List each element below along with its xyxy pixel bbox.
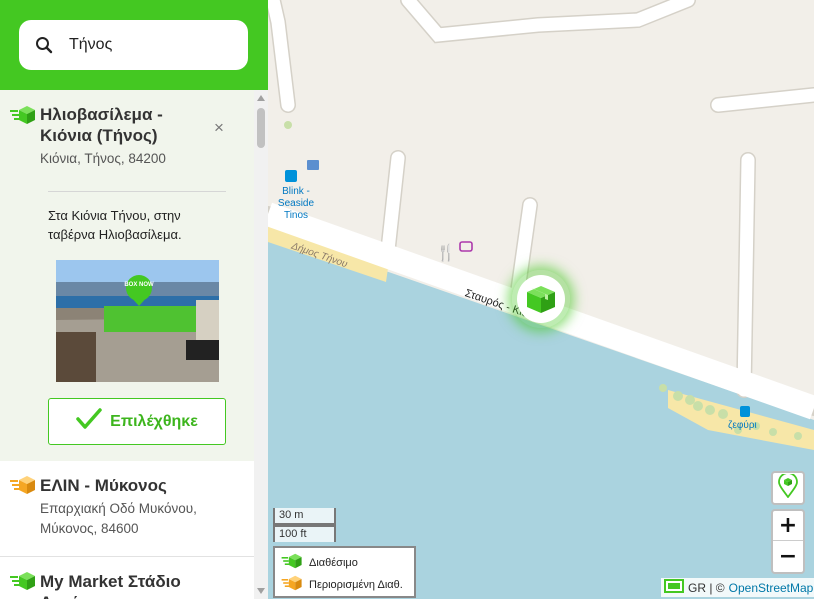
locate-lockers-button[interactable]	[771, 471, 805, 505]
zoom-out-button[interactable]: −	[773, 542, 803, 572]
map[interactable]: 🍴 Blink - Seaside Tinos Δήμος Τήνου Σταυ…	[268, 0, 814, 599]
locker-address: Επαρχιακή Οδό Μυκόνου, Μύκονος, 84600	[40, 501, 197, 536]
locker-title[interactable]: ΕΛΙΝ - Μύκονος	[40, 475, 240, 496]
map-label-bus-stop: ζεφύρι	[728, 420, 757, 431]
selected-button-label: Επιλέχθηκε	[110, 412, 198, 430]
selected-button[interactable]: Επιλέχθηκε	[48, 398, 226, 445]
divider	[48, 191, 226, 192]
locker-title[interactable]: My Market Στάδιο Αγκάιος	[40, 571, 210, 599]
locker-pin-icon	[778, 471, 798, 503]
search-bar	[0, 0, 268, 90]
selected-locker-marker[interactable]	[512, 270, 570, 328]
legend-label: Περιορισμένη Διαθ.	[309, 578, 403, 591]
legend-item-available: Διαθέσιμο	[281, 553, 358, 572]
available-locker-icon	[10, 105, 36, 125]
openstreetmap-link[interactable]: OpenStreetMap	[729, 581, 814, 595]
limited-locker-icon	[281, 575, 303, 594]
locker-photo: BOX NOW	[56, 260, 219, 382]
locker-list: Ηλιοβασίλεμα - Κιόνια (Τήνος) × Κιόνια, …	[0, 90, 254, 599]
locker-marker-icon	[517, 275, 565, 323]
map-legend: Διαθέσιμο Περιορισμένη Διαθ.	[273, 546, 416, 598]
locker-address: Κιόνια, Τήνος, 84200	[40, 151, 166, 166]
list-item-selected[interactable]: Ηλιοβασίλεμα - Κιόνια (Τήνος) × Κιόνια, …	[0, 90, 254, 461]
attribution-prefix: GR | ©	[688, 580, 725, 595]
scroll-up-icon[interactable]	[257, 95, 265, 101]
photo-brand-label: BOX NOW	[124, 282, 154, 288]
limited-locker-icon	[10, 475, 36, 495]
scrollbar[interactable]	[254, 90, 268, 599]
checkmark-icon	[76, 408, 102, 435]
locker-title[interactable]: Ηλιοβασίλεμα - Κιόνια (Τήνος)	[40, 104, 210, 146]
zoom-control: + −	[771, 509, 805, 574]
available-locker-icon	[281, 553, 303, 572]
svg-text:🍴: 🍴	[436, 243, 456, 262]
legend-item-limited: Περιορισμένη Διαθ.	[281, 575, 403, 594]
map-attribution: GR | © OpenStreetMap	[661, 578, 814, 597]
search-box[interactable]	[19, 20, 248, 70]
scroll-down-icon[interactable]	[257, 588, 265, 594]
locker-description: Στα Κιόνια Τήνου, στην ταβέρνα Ηλιοβασίλ…	[48, 208, 182, 242]
available-locker-icon	[10, 571, 36, 591]
search-icon	[35, 36, 53, 59]
zoom-in-button[interactable]: +	[773, 511, 803, 541]
boxnow-logo-icon	[664, 579, 684, 596]
list-item[interactable]: My Market Στάδιο Αγκάιος	[0, 557, 254, 599]
scale-metric: 30 m	[273, 508, 336, 525]
map-label-hotel: Blink - Seaside Tinos	[277, 186, 315, 221]
close-icon[interactable]: ×	[214, 118, 224, 138]
locker-panel: Ηλιοβασίλεμα - Κιόνια (Τήνος) × Κιόνια, …	[0, 0, 268, 599]
scale-imperial: 100 ft	[273, 525, 336, 542]
scrollbar-thumb[interactable]	[257, 108, 265, 148]
list-item[interactable]: ΕΛΙΝ - Μύκονος Επαρχιακή Οδό Μυκόνου, Μύ…	[0, 461, 254, 556]
search-input[interactable]	[69, 32, 239, 58]
legend-label: Διαθέσιμο	[309, 556, 358, 569]
